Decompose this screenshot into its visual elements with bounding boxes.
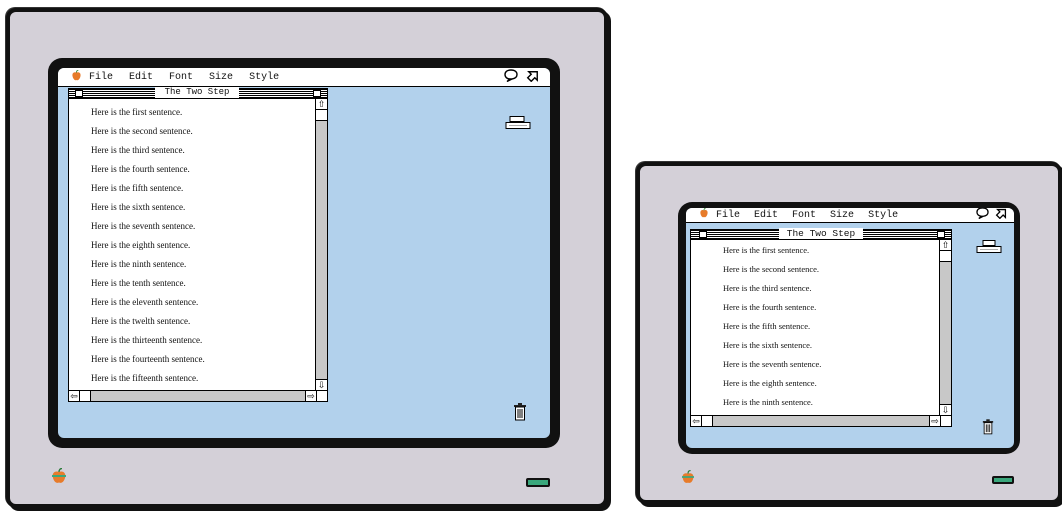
menu-size[interactable]: Size [830, 210, 854, 221]
menu-font[interactable]: Font [169, 72, 193, 83]
text-line: Here is the ninth sentence. [723, 397, 813, 407]
scroll-thumb-horizontal[interactable] [79, 391, 91, 401]
balloon-help-icon[interactable] [976, 208, 989, 223]
text-line: Here is the eighth sentence. [91, 240, 191, 250]
menubar-right-icons [976, 208, 1008, 222]
floppy-drive-slot [526, 478, 550, 487]
apple-menu-icon[interactable] [700, 208, 708, 222]
grow-box[interactable] [316, 390, 327, 401]
apple-menu-icon[interactable] [72, 69, 81, 85]
document-window: The Two Step Here is the first sentence.… [690, 228, 952, 427]
scroll-right-arrow-icon[interactable]: ⇨ [305, 391, 316, 401]
text-line: Here is the first sentence. [91, 107, 183, 117]
text-line: Here is the eighth sentence. [723, 378, 817, 388]
text-line: Here is the second sentence. [723, 264, 820, 274]
hard-disk-icon[interactable] [505, 116, 531, 130]
document-text-area[interactable]: Here is the first sentence. Here is the … [69, 99, 315, 389]
menu-bar: File Edit Font Size Style [58, 68, 550, 87]
scroll-down-arrow-icon[interactable]: ⇩ [940, 404, 951, 415]
horizontal-scrollbar[interactable]: ⇦ ⇨ [69, 390, 316, 401]
application-menu-icon[interactable] [995, 208, 1008, 223]
menubar-right-icons [504, 68, 540, 86]
close-box[interactable] [699, 231, 707, 238]
menu-bar: File Edit Font Size Style [686, 208, 1014, 223]
document-text-area[interactable]: Here is the first sentence. Here is the … [691, 240, 939, 414]
scroll-thumb[interactable] [316, 109, 327, 121]
text-line: Here is the fifth sentence. [723, 321, 811, 331]
scroll-right-arrow-icon[interactable]: ⇨ [929, 416, 940, 426]
scroll-down-arrow-icon[interactable]: ⇩ [316, 379, 327, 390]
trash-icon[interactable] [513, 402, 527, 422]
desktop-screen: File Edit Font Size Style The Two Step H… [58, 68, 550, 438]
window-title-bar[interactable]: The Two Step [69, 87, 327, 99]
zoom-box[interactable] [937, 231, 945, 238]
text-line: Here is the fifth sentence. [91, 183, 184, 193]
window-title: The Two Step [155, 87, 239, 98]
balloon-help-icon[interactable] [504, 68, 518, 86]
scroll-thumb[interactable] [940, 250, 951, 262]
menu-size[interactable]: Size [209, 72, 233, 83]
menu-font[interactable]: Font [792, 210, 816, 221]
text-line: Here is the seventh sentence. [723, 359, 822, 369]
vertical-scrollbar[interactable]: ⇧ ⇩ [315, 99, 327, 390]
text-line: Here is the second sentence. [91, 126, 193, 136]
text-line: Here is the ninth sentence. [91, 259, 187, 269]
trash-icon[interactable] [982, 418, 994, 436]
menu-edit[interactable]: Edit [754, 210, 778, 221]
text-line: Here is the fifteenth sentence. [91, 373, 199, 383]
menu-file[interactable]: File [89, 72, 113, 83]
text-line: Here is the fourth sentence. [723, 302, 817, 312]
text-line: Here is the third sentence. [91, 145, 185, 155]
text-line: Here is the third sentence. [723, 283, 812, 293]
text-line: Here is the fourth sentence. [91, 164, 190, 174]
menu-style[interactable]: Style [868, 210, 898, 221]
monitor-small: File Edit Font Size Style The Two Step H… [636, 162, 1062, 504]
text-line: Here is the fourteenth sentence. [91, 354, 205, 364]
apple-logo-icon [682, 470, 694, 483]
document-window: The Two Step Here is the first sentence.… [68, 87, 328, 402]
grow-box[interactable] [940, 415, 951, 426]
desktop-screen: File Edit Font Size Style The Two Step H… [686, 208, 1014, 448]
window-title: The Two Step [779, 228, 863, 239]
text-line: Here is the twelth sentence. [91, 316, 191, 326]
text-line: Here is the seventh sentence. [91, 221, 196, 231]
menu-style[interactable]: Style [249, 72, 279, 83]
vertical-scrollbar[interactable]: ⇧ ⇩ [939, 240, 951, 415]
zoom-box[interactable] [313, 90, 321, 97]
hard-disk-icon[interactable] [976, 240, 1002, 254]
menu-edit[interactable]: Edit [129, 72, 153, 83]
close-box[interactable] [75, 90, 83, 97]
apple-logo-icon [52, 468, 66, 483]
text-line: Here is the eleventh sentence. [91, 297, 199, 307]
application-menu-icon[interactable] [526, 69, 540, 86]
text-line: Here is the sixth sentence. [91, 202, 186, 212]
floppy-drive-slot [992, 476, 1014, 484]
text-line: Here is the first sentence. [723, 245, 810, 255]
monitor-large: File Edit Font Size Style The Two Step H… [6, 8, 608, 508]
scroll-thumb-horizontal[interactable] [701, 416, 713, 426]
horizontal-scrollbar[interactable]: ⇦ ⇨ [691, 415, 940, 426]
text-line: Here is the sixth sentence. [723, 340, 812, 350]
text-line: Here is the tenth sentence. [91, 278, 186, 288]
window-title-bar[interactable]: The Two Step [691, 228, 951, 240]
text-line: Here is the thirteenth sentence. [91, 335, 203, 345]
menu-file[interactable]: File [716, 210, 740, 221]
